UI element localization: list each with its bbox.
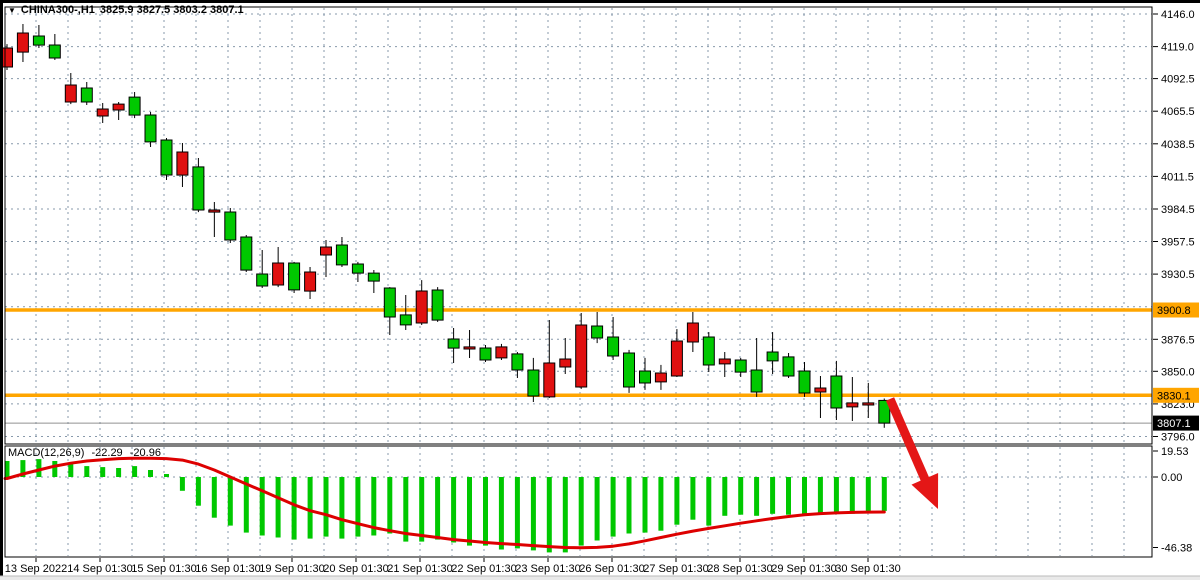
svg-text:-46.38: -46.38 bbox=[1161, 543, 1192, 555]
svg-text:27 Sep 01:30: 27 Sep 01:30 bbox=[643, 563, 708, 575]
svg-text:3850.0: 3850.0 bbox=[1161, 366, 1195, 378]
svg-text:4065.5: 4065.5 bbox=[1161, 106, 1195, 118]
svg-text:23 Sep 01:30: 23 Sep 01:30 bbox=[515, 563, 580, 575]
svg-text:4119.0: 4119.0 bbox=[1161, 42, 1194, 54]
ohlc-values: 3825.9 3827.5 3803.2 3807.1 bbox=[100, 4, 244, 16]
macd-scale: 19.53 0.00 -46.38 bbox=[1153, 446, 1192, 555]
svg-text:21 Sep 01:30: 21 Sep 01:30 bbox=[387, 563, 452, 575]
symbol-period-label: CHINA300-,H1 bbox=[21, 4, 95, 16]
svg-text:3984.5: 3984.5 bbox=[1161, 204, 1195, 216]
svg-text:19.53: 19.53 bbox=[1161, 446, 1189, 458]
svg-text:3830.1: 3830.1 bbox=[1157, 390, 1191, 402]
svg-text:13 Sep 2022: 13 Sep 2022 bbox=[5, 563, 67, 575]
svg-text:20 Sep 01:30: 20 Sep 01:30 bbox=[323, 563, 388, 575]
chart-title: ▼ CHINA300-,H1 3825.9 3827.5 3803.2 3807… bbox=[8, 4, 244, 16]
macd-name: MACD(12,26,9) bbox=[8, 447, 84, 459]
svg-text:16 Sep 01:30: 16 Sep 01:30 bbox=[195, 563, 260, 575]
svg-text:29 Sep 01:30: 29 Sep 01:30 bbox=[771, 563, 836, 575]
svg-text:3957.5: 3957.5 bbox=[1161, 237, 1195, 249]
svg-text:3807.1: 3807.1 bbox=[1157, 418, 1191, 430]
chart-window: 4146.0 4119.0 4092.5 4065.5 4038.5 4011.5 3984… bbox=[0, 0, 1200, 580]
time-axis: 13 Sep 202214 Sep 01:3015 Sep 01:3016 Se… bbox=[5, 558, 901, 575]
svg-text:3900.8: 3900.8 bbox=[1157, 305, 1191, 317]
grid-vertical bbox=[36, 8, 1124, 556]
price-axis: 4146.0 4119.0 4092.5 4065.5 4038.5 4011.5 3984… bbox=[1153, 9, 1195, 444]
svg-text:22 Sep 01:30: 22 Sep 01:30 bbox=[451, 563, 516, 575]
svg-text:30 Sep 01:30: 30 Sep 01:30 bbox=[835, 563, 900, 575]
svg-text:0.00: 0.00 bbox=[1161, 472, 1182, 484]
symbol-dropdown-icon[interactable]: ▼ bbox=[8, 6, 16, 15]
down-arrow-annotation[interactable] bbox=[890, 399, 938, 509]
grid-horizontal bbox=[5, 14, 1152, 477]
bottom-strip bbox=[0, 576, 1200, 580]
svg-text:4011.5: 4011.5 bbox=[1161, 171, 1194, 183]
svg-text:19 Sep 01:30: 19 Sep 01:30 bbox=[259, 563, 324, 575]
svg-text:14 Sep 01:30: 14 Sep 01:30 bbox=[67, 563, 132, 575]
svg-text:4146.0: 4146.0 bbox=[1161, 9, 1195, 21]
svg-text:3930.5: 3930.5 bbox=[1161, 269, 1195, 281]
macd-signal-value: -20.96 bbox=[130, 447, 161, 459]
macd-main-value: -22.29 bbox=[91, 447, 122, 459]
svg-text:3796.0: 3796.0 bbox=[1161, 432, 1195, 444]
candlesticks bbox=[2, 24, 890, 428]
svg-text:15 Sep 01:30: 15 Sep 01:30 bbox=[131, 563, 196, 575]
chart-canvas[interactable]: 4146.0 4119.0 4092.5 4065.5 4038.5 4011.5 3984… bbox=[0, 0, 1200, 580]
svg-text:28 Sep 01:30: 28 Sep 01:30 bbox=[707, 563, 772, 575]
svg-text:4038.5: 4038.5 bbox=[1161, 139, 1195, 151]
macd-pane-border[interactable] bbox=[5, 446, 1152, 557]
svg-text:3876.5: 3876.5 bbox=[1161, 334, 1195, 346]
svg-text:4092.5: 4092.5 bbox=[1161, 74, 1195, 86]
svg-text:26 Sep 01:30: 26 Sep 01:30 bbox=[579, 563, 644, 575]
macd-indicator-label: MACD(12,26,9) -22.29 -20.96 bbox=[8, 447, 161, 459]
